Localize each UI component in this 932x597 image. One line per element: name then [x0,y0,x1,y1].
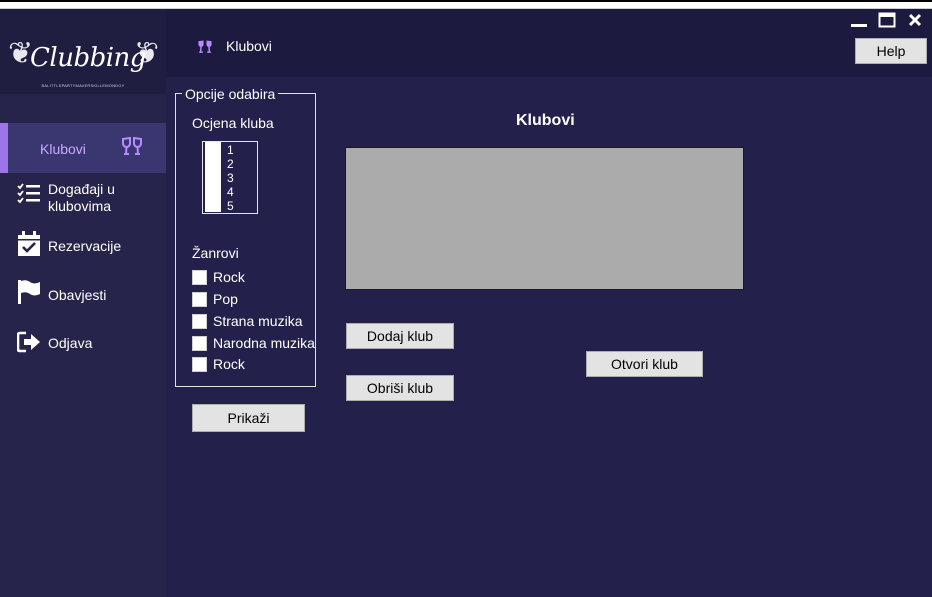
checkbox[interactable] [192,357,207,372]
rating-option-2[interactable]: 2 [203,156,257,171]
rating-option-4[interactable]: 4 [203,184,257,199]
page-title: Klubovi [226,38,272,54]
maximize-icon[interactable] [878,12,896,31]
rating-checklist[interactable]: 1 2 3 4 5 [202,141,258,214]
window-top-border [0,0,932,9]
checkbox[interactable] [192,270,207,285]
rating-option-1[interactable]: 1 [203,142,257,157]
header-bar: Klubovi [166,9,932,77]
cheers-glasses-icon [196,39,214,60]
flag-icon [17,279,41,304]
sign-out-icon [16,331,41,355]
logo-text: Clubbing [30,43,146,73]
sidebar-item-obavjesti[interactable]: Obavjesti [0,279,166,309]
checkbox[interactable] [205,170,221,184]
sidebar-item-label: Obavjesti [48,287,107,303]
add-club-button[interactable]: Dodaj klub [346,323,454,349]
sidebar-item-klubovi[interactable]: Klubovi [0,123,166,173]
clubs-data-grid[interactable] [345,147,744,290]
checkbox[interactable] [205,156,221,170]
sidebar-item-rezervacije[interactable]: Rezervacije [0,231,166,261]
sidebar-item-dogadjaji[interactable]: Događaji u klubovima [0,177,166,217]
logo: ❦ ❦ Clubbing BALITTLEPARTYMAVERSKILLEMON… [0,9,166,94]
checkbox[interactable] [205,184,221,198]
checklist-icon [17,181,41,205]
checkbox[interactable] [205,142,221,156]
clubs-heading: Klubovi [516,112,575,129]
sidebar-item-label: Rezervacije [48,238,122,254]
rating-option-3[interactable]: 3 [203,170,257,185]
checkbox[interactable] [192,314,207,329]
sidebar-item-odjava[interactable]: Odjava [0,329,166,359]
sidebar-item-label: Odjava [48,335,93,351]
filter-group-title: Opcije odabira [182,87,279,101]
rating-option-5[interactable]: 5 [203,198,257,213]
minimize-icon[interactable] [850,12,868,31]
checkbox[interactable] [205,198,221,212]
cheers-glasses-icon [120,135,144,159]
checkbox[interactable] [192,336,207,351]
help-button[interactable]: Help [855,38,927,64]
logo-tagline: BALITTLEPARTYMAVERSKILLEMONDOY [41,83,125,88]
close-icon[interactable] [907,12,923,31]
genres-label: Žanrovi [192,245,239,261]
rating-label: Ocjena kluba [192,115,274,131]
calendar-check-icon [17,231,41,256]
sidebar-item-label: Klubovi [40,141,86,157]
delete-club-button[interactable]: Obriši klub [346,375,454,401]
sidebar-item-label: Događaji u klubovima [48,181,115,214]
app-window: ❦ ❦ Clubbing BALITTLEPARTYMAVERSKILLEMON… [0,0,932,597]
open-club-button[interactable]: Otvori klub [586,351,703,377]
show-button[interactable]: Prikaži [192,404,305,432]
checkbox[interactable] [192,292,207,307]
active-indicator [0,123,8,173]
sidebar: ❦ ❦ Clubbing BALITTLEPARTYMAVERSKILLEMON… [0,9,166,597]
